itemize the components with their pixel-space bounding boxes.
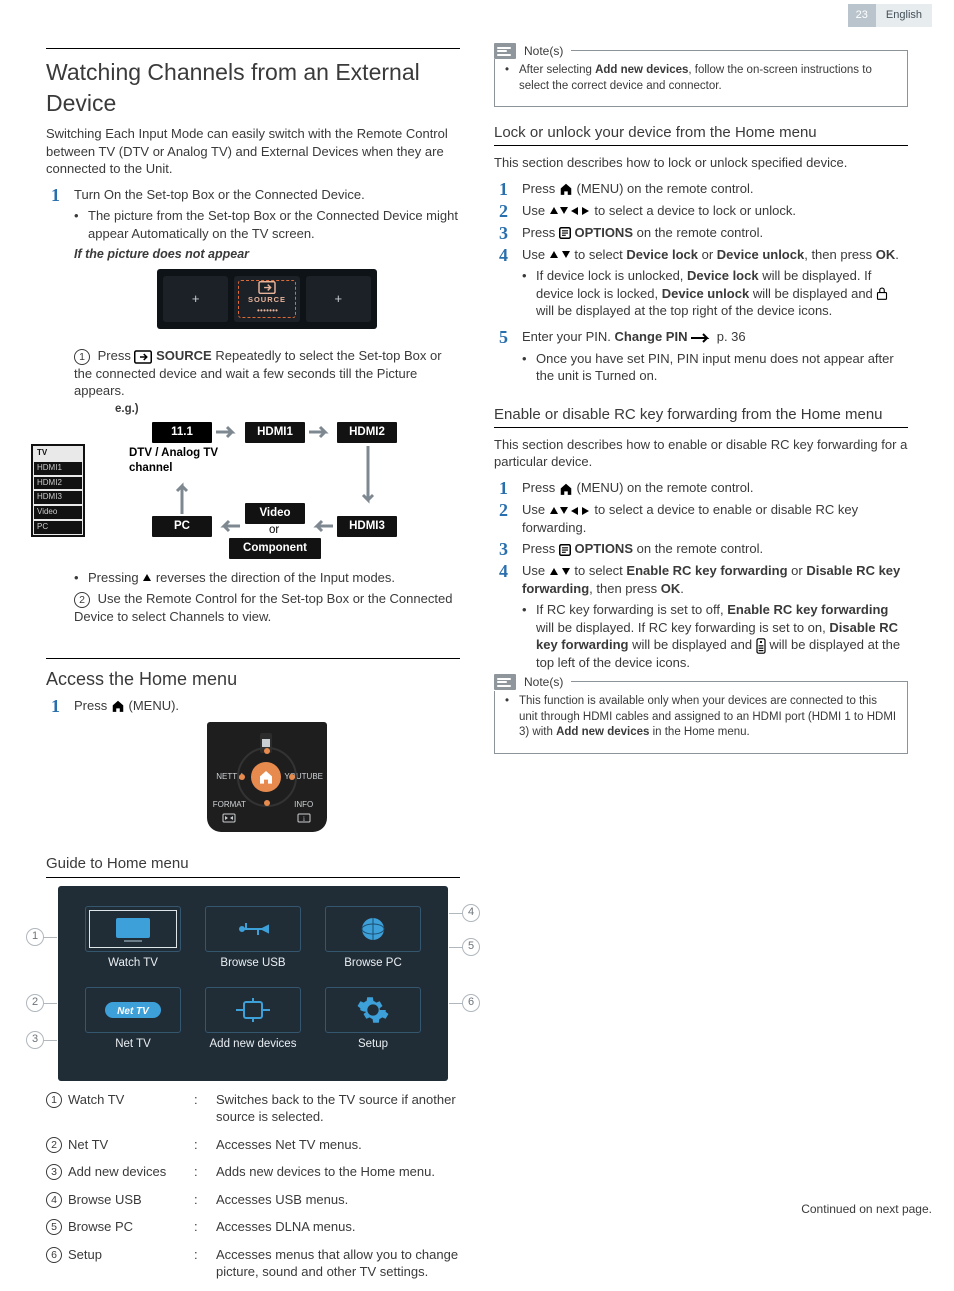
step-number: 1 — [46, 697, 60, 839]
page-number: 23 — [848, 4, 876, 27]
step-note: The picture from the Set-top Box or the … — [74, 207, 460, 242]
intro-paragraph: Switching Each Input Mode can easily swi… — [46, 125, 460, 178]
eg-label: e.g.) — [115, 402, 139, 418]
home-icon — [559, 482, 573, 496]
note-icon — [494, 43, 516, 59]
tile-browse-pc: Browse PC — [325, 906, 421, 972]
home-icon — [111, 699, 125, 713]
heading-guide-home: Guide to Home menu — [46, 854, 460, 877]
callout-2-icon: 2 — [26, 994, 44, 1012]
node-dtv: DTV / Analog TV channel — [129, 446, 249, 477]
dpad-icon — [549, 205, 591, 217]
callout-6-icon: 6 — [462, 994, 480, 1012]
home-menu-legend: 1Watch TV:Switches back to the TV source… — [46, 1091, 460, 1281]
dpad-icon — [549, 505, 591, 517]
node-hdmi2: HDMI2 — [337, 422, 397, 444]
step-text: Turn On the Set-top Box or the Connected… — [74, 187, 365, 202]
tile-watch-tv: Watch TV — [85, 906, 181, 972]
lock-icon — [876, 287, 888, 301]
callout-4-icon: 4 — [462, 904, 480, 922]
substep-1: 1 Press SOURCE Repeatedly to select the … — [74, 347, 460, 400]
tile-add-devices: Add new devices — [205, 987, 301, 1053]
page-footer: Continued on next page. — [801, 1201, 932, 1217]
vol-plus-button: + — [163, 276, 228, 322]
arrow-icon — [216, 424, 240, 440]
node-comp: Component — [229, 538, 321, 560]
circled-1-icon: 1 — [74, 349, 90, 365]
node-hdmi3: HDMI3 — [337, 516, 397, 538]
callout-5-icon: 5 — [462, 938, 480, 956]
tile-browse-usb: Browse USB — [205, 906, 301, 972]
options-icon — [559, 544, 571, 556]
heading-watching-channels: Watching Channels from an External Devic… — [46, 48, 460, 119]
remote-icon — [756, 638, 766, 654]
arrow-icon — [360, 446, 376, 508]
arrow-right-icon — [691, 333, 713, 343]
figure-remote: NETTV YOUTUBE — [207, 722, 327, 832]
callout-1-icon: 1 — [26, 928, 44, 946]
svg-text:Net TV: Net TV — [117, 1006, 150, 1017]
arrow-icon — [309, 518, 333, 534]
ch-plus-button: + — [306, 276, 371, 322]
press-reverse-note: Pressing reverses the direction of the I… — [74, 569, 460, 587]
circled-2-icon: 2 — [74, 592, 90, 608]
rc-intro: This section describes how to enable or … — [494, 436, 908, 471]
page-language: English — [876, 4, 932, 27]
subhead-no-picture: If the picture does not appear — [74, 246, 460, 263]
node-11.1: 11.1 — [152, 422, 212, 444]
note-box: Note(s) This function is available only … — [494, 681, 908, 754]
figure-input-cycle: e.g.) TV HDMI1 HDMI2 HDMI3 Video PC 11.1… — [117, 408, 417, 563]
heading-rc: Enable or disable RC key forwarding from… — [494, 405, 908, 428]
svg-text:i: i — [303, 815, 305, 823]
figure-source-strip: + SOURCE • • • • • • • + — [157, 269, 377, 329]
node-pc: PC — [152, 516, 212, 538]
note-box: Note(s) After selecting Add new devices,… — [494, 50, 908, 107]
lock-intro: This section describes how to lock or un… — [494, 154, 908, 172]
updown-icon — [549, 249, 571, 261]
tile-setup: Setup — [325, 987, 421, 1053]
figure-home-menu: Watch TV Browse USB Browse PC Net TV Net… — [58, 886, 448, 1081]
heading-access-home: Access the Home menu — [46, 658, 460, 691]
options-icon — [559, 227, 571, 239]
info-button: INFOi — [284, 794, 323, 828]
arrow-icon — [174, 478, 190, 514]
arrow-up-icon — [142, 573, 152, 583]
arrow-icon — [309, 424, 333, 440]
arrow-icon — [216, 518, 240, 534]
home-icon — [559, 182, 573, 196]
substep-2: 2 Use the Remote Control for the Set-top… — [74, 590, 460, 625]
source-icon — [134, 350, 152, 364]
page-header: 23 English — [848, 4, 932, 27]
tile-net-tv: Net TV Net TV — [85, 987, 181, 1053]
updown-icon — [549, 566, 571, 578]
node-video: Video — [245, 503, 305, 525]
format-button: FORMAT — [211, 794, 248, 828]
heading-lock: Lock or unlock your device from the Home… — [494, 123, 908, 146]
note-icon — [494, 674, 516, 690]
home-step-1: Press (MENU). NETTV — [74, 697, 460, 839]
node-hdmi1: HDMI1 — [245, 422, 305, 444]
step-number: 1 — [46, 186, 60, 634]
callout-3-icon: 3 — [26, 1031, 44, 1049]
mini-sidebar: TV HDMI1 HDMI2 HDMI3 Video PC — [31, 444, 85, 537]
source-button: SOURCE • • • • • • • — [234, 276, 299, 322]
node-or: or — [269, 523, 279, 539]
